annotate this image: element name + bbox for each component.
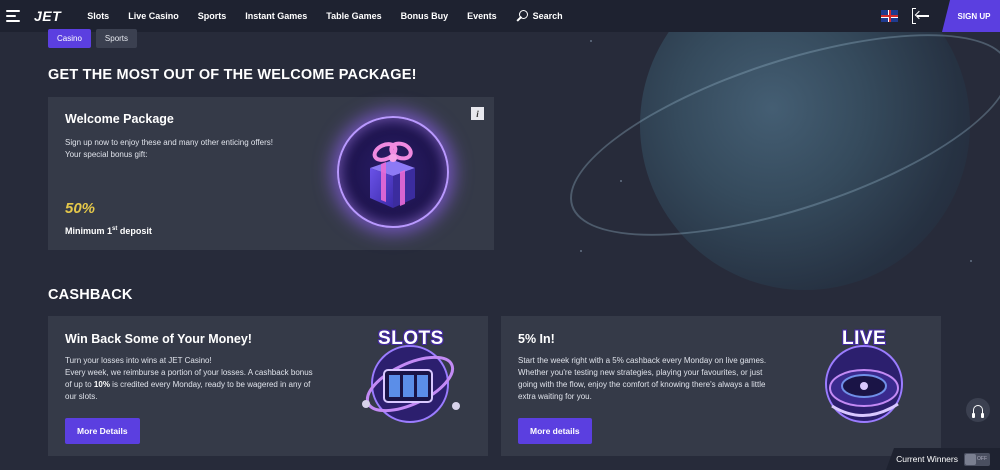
live-promo-image: LIVE — [810, 326, 918, 426]
current-winners-label: Current Winners — [896, 454, 958, 464]
search-icon — [516, 10, 528, 22]
search-button[interactable]: Search — [516, 10, 563, 22]
welcome-card-title: Welcome Package — [65, 112, 174, 126]
top-navigation-bar: JET Slots Live Casino Sports Instant Gam… — [0, 0, 1000, 32]
live-art-label: LIVE — [842, 328, 887, 349]
gift-box-image — [337, 116, 449, 228]
main-nav: Slots Live Casino Sports Instant Games T… — [87, 10, 563, 22]
cashback-section-title: CASHBACK — [48, 287, 133, 303]
headset-icon — [972, 405, 984, 418]
nav-table-games[interactable]: Table Games — [326, 11, 381, 21]
bonus-value: 50% — [65, 200, 96, 217]
tab-casino[interactable]: Casino — [48, 29, 91, 48]
nav-bonus-buy[interactable]: Bonus Buy — [401, 11, 449, 21]
slots-card-title: Win Back Some of Your Money! — [65, 332, 252, 346]
nav-slots[interactable]: Slots — [87, 11, 109, 21]
uk-flag-icon[interactable] — [881, 10, 898, 22]
slots-more-details-button[interactable]: More Details — [65, 418, 140, 444]
category-tabs: Casino Sports — [48, 29, 138, 48]
welcome-card-text: Sign up now to enjoy these and many othe… — [65, 137, 305, 161]
slots-art-label: SLOTS — [378, 328, 444, 349]
live-more-details-button[interactable]: More details — [518, 418, 592, 444]
support-chat-button[interactable] — [966, 398, 990, 422]
slots-card-text: Turn your losses into wins at JET Casino… — [65, 356, 313, 401]
nav-live-casino[interactable]: Live Casino — [128, 11, 179, 21]
nav-events[interactable]: Events — [467, 11, 497, 21]
toggle-label: OFF — [977, 456, 987, 462]
bonus-note: Minimum 1st deposit — [65, 226, 152, 236]
welcome-text-line2: Your special bonus gift: — [65, 150, 148, 159]
slots-promo-image: SLOTS — [356, 326, 464, 426]
jet-logo[interactable]: JET — [34, 8, 61, 24]
tab-sports[interactable]: Sports — [95, 29, 138, 48]
login-icon[interactable] — [912, 8, 930, 24]
sign-up-button[interactable]: SIGN UP — [942, 0, 1000, 32]
live-card-title: 5% In! — [518, 332, 555, 346]
live-card-text: Start the week right with a 5% cashback … — [518, 356, 767, 401]
current-winners-toggle[interactable]: OFF — [964, 452, 990, 466]
nav-sports[interactable]: Sports — [198, 11, 227, 21]
nav-instant-games[interactable]: Instant Games — [245, 11, 307, 21]
welcome-section-title: GET THE MOST OUT OF THE WELCOME PACKAGE! — [48, 67, 417, 83]
info-icon[interactable]: i — [471, 107, 484, 120]
search-label: Search — [532, 11, 563, 21]
current-winners-widget: Current Winners OFF — [886, 448, 1000, 470]
hamburger-menu-icon[interactable] — [6, 0, 28, 32]
welcome-text-line1: Sign up now to enjoy these and many othe… — [65, 138, 273, 147]
background-planet — [560, 0, 1000, 300]
